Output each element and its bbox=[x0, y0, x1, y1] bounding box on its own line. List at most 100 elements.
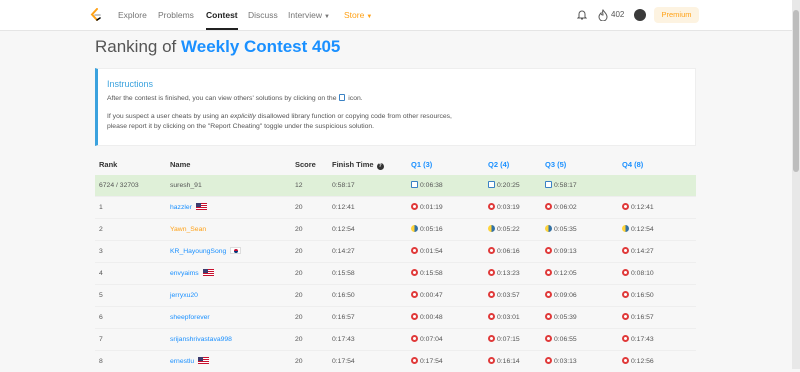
rank: 7 bbox=[99, 336, 103, 343]
table-row: 1 hazzler 20 0:12:41 0:01:19 0:03:19 0:06:02 0:… bbox=[95, 196, 696, 218]
contest-name-link[interactable]: Weekly Contest 405 bbox=[181, 37, 340, 56]
nav-explore[interactable]: Explore bbox=[118, 0, 147, 30]
score: 20 bbox=[295, 270, 303, 277]
cpp-language-icon bbox=[622, 247, 629, 254]
q4-solution[interactable]: 0:14:27 bbox=[622, 241, 654, 262]
q3-solution[interactable]: 0:06:02 bbox=[545, 197, 577, 218]
q1-solution[interactable]: 0:05:16 bbox=[411, 219, 443, 240]
header-q1-link[interactable]: Q1 (3) bbox=[411, 155, 432, 175]
nav-interview-label: Interview bbox=[288, 10, 323, 20]
q2-solution[interactable]: 0:06:16 bbox=[488, 241, 520, 262]
q4-solution[interactable]: 0:16:57 bbox=[622, 307, 654, 328]
q1-time: 0:15:58 bbox=[420, 270, 443, 277]
q3-solution[interactable]: 0:05:35 bbox=[545, 219, 577, 240]
cpp-language-icon bbox=[622, 269, 629, 276]
nav-problems[interactable]: Problems bbox=[158, 0, 194, 30]
rank: 2 bbox=[99, 226, 103, 233]
username: ernestlu bbox=[170, 358, 195, 365]
q1-time: 0:07:04 bbox=[420, 336, 443, 343]
bell-icon[interactable] bbox=[577, 9, 587, 20]
my-username: suresh_91 bbox=[170, 182, 202, 189]
cpp-language-icon bbox=[545, 357, 552, 364]
username: Yawn_Sean bbox=[170, 226, 207, 233]
table-row: 2 Yawn_Sean 20 0:12:54 0:05:16 0:05:22 0:05:35… bbox=[95, 218, 696, 240]
username-link[interactable]: envyaims bbox=[170, 263, 214, 284]
instructions-box: Instructions After the contest is finish… bbox=[95, 68, 696, 146]
flame-icon[interactable] bbox=[598, 9, 608, 21]
q2-solution[interactable]: 0:13:23 bbox=[488, 263, 520, 284]
q1-solution[interactable]: 0:00:48 bbox=[411, 307, 443, 328]
q2-time: 0:07:15 bbox=[497, 336, 520, 343]
score: 20 bbox=[295, 336, 303, 343]
q2-solution[interactable]: 0:03:19 bbox=[488, 197, 520, 218]
q1-solution[interactable]: 0:00:47 bbox=[411, 285, 443, 306]
header-finish-time: Finish Time ? bbox=[332, 155, 384, 175]
page-scrollbar[interactable] bbox=[792, 0, 800, 369]
nav-interview[interactable]: Interview ▼ bbox=[288, 0, 330, 30]
nav-discuss[interactable]: Discuss bbox=[248, 0, 278, 30]
q3-solution[interactable]: 0:12:05 bbox=[545, 263, 577, 284]
nav-store[interactable]: Store ▼ bbox=[344, 0, 372, 30]
my-q3-solution[interactable]: 0:58:17 bbox=[545, 175, 577, 196]
nav-contest[interactable]: Contest bbox=[206, 0, 238, 30]
q3-solution[interactable]: 0:05:39 bbox=[545, 307, 577, 328]
finish-time: 0:16:50 bbox=[332, 292, 355, 299]
premium-button[interactable]: Premium bbox=[654, 7, 699, 23]
finish-time: 0:12:41 bbox=[332, 204, 355, 211]
header-q3-link[interactable]: Q3 (5) bbox=[545, 155, 566, 175]
q1-solution[interactable]: 0:01:19 bbox=[411, 197, 443, 218]
username: sheepforever bbox=[170, 314, 210, 321]
username-link[interactable]: Yawn_Sean bbox=[170, 219, 206, 240]
instructions-line-1: After the contest is finished, you can v… bbox=[107, 94, 695, 104]
username-link[interactable]: KR_HayoungSong bbox=[170, 241, 242, 262]
q1-solution[interactable]: 0:07:04 bbox=[411, 329, 443, 350]
ranking-rows: 1 hazzler 20 0:12:41 0:01:19 0:03:19 0:06:02 0:… bbox=[95, 196, 696, 372]
q3-solution[interactable]: 0:06:55 bbox=[545, 329, 577, 350]
q2-time: 0:03:19 bbox=[497, 204, 520, 211]
cpp-language-icon bbox=[622, 357, 629, 364]
username-link[interactable]: jerryxu20 bbox=[170, 285, 198, 306]
document-icon bbox=[488, 181, 495, 188]
q3-solution[interactable]: 0:09:06 bbox=[545, 285, 577, 306]
q1-solution[interactable]: 0:15:58 bbox=[411, 263, 443, 284]
q3-solution[interactable]: 0:09:13 bbox=[545, 241, 577, 262]
cpp-language-icon bbox=[411, 291, 418, 298]
cpp-language-icon bbox=[545, 247, 552, 254]
leetcode-logo-icon[interactable] bbox=[90, 8, 102, 22]
instructions-line-3: please report it by clicking on the "Rep… bbox=[107, 123, 375, 130]
instructions-line-2-a: If you suspect a user cheats by using an bbox=[107, 113, 229, 120]
q2-solution[interactable]: 0:05:22 bbox=[488, 219, 520, 240]
username-link[interactable]: hazzler bbox=[170, 197, 207, 218]
q2-solution[interactable]: 0:07:15 bbox=[488, 329, 520, 350]
q4-solution[interactable]: 0:12:54 bbox=[622, 219, 654, 240]
cpp-language-icon bbox=[545, 335, 552, 342]
header-q4-link[interactable]: Q4 (8) bbox=[622, 155, 643, 175]
info-icon[interactable]: ? bbox=[376, 163, 384, 170]
q1-solution[interactable]: 0:01:54 bbox=[411, 241, 443, 262]
q4-solution[interactable]: 0:16:50 bbox=[622, 285, 654, 306]
q1-time: 0:01:19 bbox=[420, 204, 443, 211]
username-link[interactable]: srijanshrivastava998 bbox=[170, 329, 232, 350]
document-icon bbox=[411, 181, 418, 188]
username-link[interactable]: sheepforever bbox=[170, 307, 210, 328]
avatar[interactable] bbox=[634, 9, 646, 21]
table-row: 3 KR_HayoungSong 20 0:14:27 0:01:54 0:06:16 0:… bbox=[95, 240, 696, 262]
q4-solution[interactable]: 0:12:41 bbox=[622, 197, 654, 218]
my-q2-solution[interactable]: 0:20:25 bbox=[488, 175, 520, 196]
scrollbar-thumb[interactable] bbox=[793, 10, 799, 172]
q4-solution[interactable]: 0:17:43 bbox=[622, 329, 654, 350]
header-q2-link[interactable]: Q2 (4) bbox=[488, 155, 509, 175]
q2-time: 0:03:01 bbox=[497, 314, 520, 321]
my-score: 12 bbox=[295, 182, 303, 189]
q3-time: 0:06:55 bbox=[554, 336, 577, 343]
python-language-icon bbox=[545, 225, 552, 232]
my-q1-solution[interactable]: 0:06:38 bbox=[411, 175, 443, 196]
cpp-language-icon bbox=[411, 269, 418, 276]
q4-solution[interactable]: 0:08:10 bbox=[622, 263, 654, 284]
q2-solution[interactable]: 0:03:57 bbox=[488, 285, 520, 306]
q4-time: 0:12:41 bbox=[631, 204, 654, 211]
q2-solution[interactable]: 0:03:01 bbox=[488, 307, 520, 328]
us-flag-icon bbox=[195, 203, 207, 210]
table-row: 4 envyaims 20 0:15:58 0:15:58 0:13:23 0:12:05 0… bbox=[95, 262, 696, 284]
q3-time: 0:06:02 bbox=[554, 204, 577, 211]
